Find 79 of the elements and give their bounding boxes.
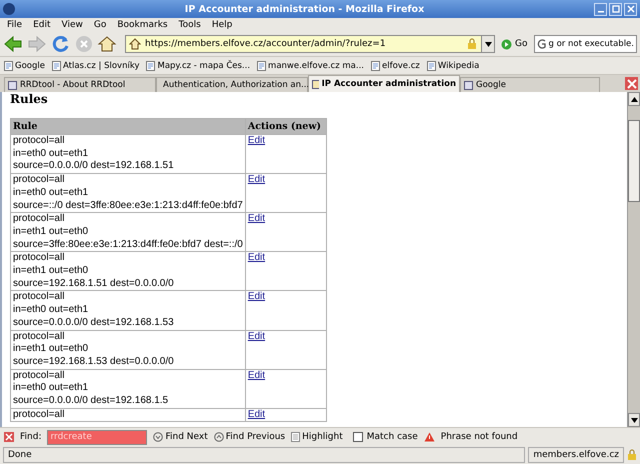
page-icon — [426, 60, 436, 70]
dropdown-button[interactable] — [481, 36, 494, 52]
find-next-button[interactable]: Find Next — [153, 432, 208, 442]
browser-tab[interactable]: IP Accounter administration — [308, 75, 460, 92]
reload-icon[interactable] — [51, 34, 71, 54]
status-host: members.elfove.cz — [528, 447, 624, 463]
edit-link[interactable]: Edit — [248, 370, 266, 381]
up-chevron-icon — [214, 432, 224, 442]
minimize-button[interactable] — [594, 2, 607, 16]
back-arrow-icon[interactable] — [3, 35, 23, 53]
close-icon — [626, 5, 634, 13]
find-previous-button[interactable]: Find Previous — [214, 432, 286, 442]
page-icon — [4, 60, 13, 70]
page-icon — [312, 80, 319, 88]
browser-tab[interactable]: Google — [460, 77, 600, 92]
column-header: Actions (new) — [245, 118, 326, 134]
edit-link[interactable]: Edit — [248, 330, 266, 342]
down-chevron-icon — [153, 432, 164, 442]
match-case-label: Match case — [366, 432, 418, 442]
maximize-icon — [612, 5, 620, 13]
bookmark-item[interactable]: Wikipedia — [426, 60, 480, 70]
page-icon — [370, 60, 380, 70]
up-arrow-icon[interactable] — [630, 96, 638, 102]
menu-item[interactable]: File — [7, 20, 22, 30]
status-text: Done — [3, 447, 526, 463]
close-find-button[interactable] — [4, 432, 14, 442]
edit-link[interactable]: Edit — [248, 252, 266, 264]
page-icon — [52, 60, 61, 70]
page-heading: Rules — [10, 92, 49, 107]
padlock-icon — [627, 449, 637, 461]
bookmark-item[interactable]: elfove.cz — [370, 60, 420, 70]
edit-link[interactable]: Edit — [248, 135, 266, 146]
close-button[interactable] — [624, 2, 637, 16]
home-icon[interactable] — [97, 35, 117, 53]
browser-tab[interactable]: Authentication, Authorization an... — [156, 77, 308, 92]
menu-item[interactable]: Bookmarks — [117, 20, 168, 30]
page-icon — [8, 80, 17, 90]
page-icon — [257, 60, 266, 70]
app-icon — [3, 3, 15, 15]
vertical-scrollbar[interactable] — [627, 92, 640, 427]
close-tab-button[interactable] — [625, 77, 638, 90]
find-status-message: Phrase not found — [440, 432, 518, 442]
search-field[interactable]: g or not executable. — [534, 35, 637, 53]
window-title: IP Accounter administration - Mozilla Firefox — [184, 4, 426, 14]
menu-item[interactable]: View — [62, 20, 83, 30]
search-engine-icon — [536, 38, 546, 50]
bookmark-item[interactable]: Mapy.cz - mapa Čes... — [146, 60, 250, 70]
bookmark-item[interactable]: Atlas.cz | Slovníky — [52, 60, 140, 70]
menu-item[interactable]: Go — [94, 20, 106, 30]
edit-link[interactable]: Edit — [248, 291, 266, 302]
match-case-checkbox[interactable] — [352, 432, 363, 442]
scrollbar-thumb[interactable] — [628, 120, 640, 202]
go-icon — [501, 38, 512, 50]
bookmark-item[interactable]: manwe.elfove.cz ma... — [257, 60, 364, 70]
menu-item[interactable]: Tools — [178, 20, 201, 30]
down-arrow-icon[interactable] — [630, 418, 638, 422]
home-icon — [129, 38, 141, 50]
highlight-button[interactable]: Highlight — [291, 432, 343, 442]
padlock-icon — [467, 38, 478, 50]
warning-icon — [424, 432, 435, 442]
page-icon — [146, 60, 156, 70]
browser-tab[interactable]: RRDtool - About RRDtool — [4, 77, 156, 92]
menu-item[interactable]: Help — [212, 20, 232, 30]
close-icon — [5, 433, 13, 441]
column-header: Rule — [10, 118, 246, 134]
address-field[interactable]: https://members.elfove.cz/accounter/admin/?rulez=1 — [125, 35, 496, 53]
edit-link[interactable]: Edit — [248, 174, 266, 186]
bookmark-item[interactable]: Google — [4, 60, 45, 70]
maximize-button[interactable] — [609, 2, 622, 16]
menu-item[interactable]: Edit — [33, 20, 50, 30]
page-icon — [464, 80, 473, 90]
edit-link[interactable]: Edit — [248, 408, 266, 420]
caret-icon — [484, 42, 492, 46]
close-icon — [626, 78, 636, 88]
page-icon — [291, 432, 300, 442]
rule-cell: protocol=all — [10, 408, 246, 422]
go-button[interactable]: Go — [499, 38, 530, 50]
find-label: Find: — [20, 432, 42, 442]
edit-link[interactable]: Edit — [248, 213, 266, 224]
